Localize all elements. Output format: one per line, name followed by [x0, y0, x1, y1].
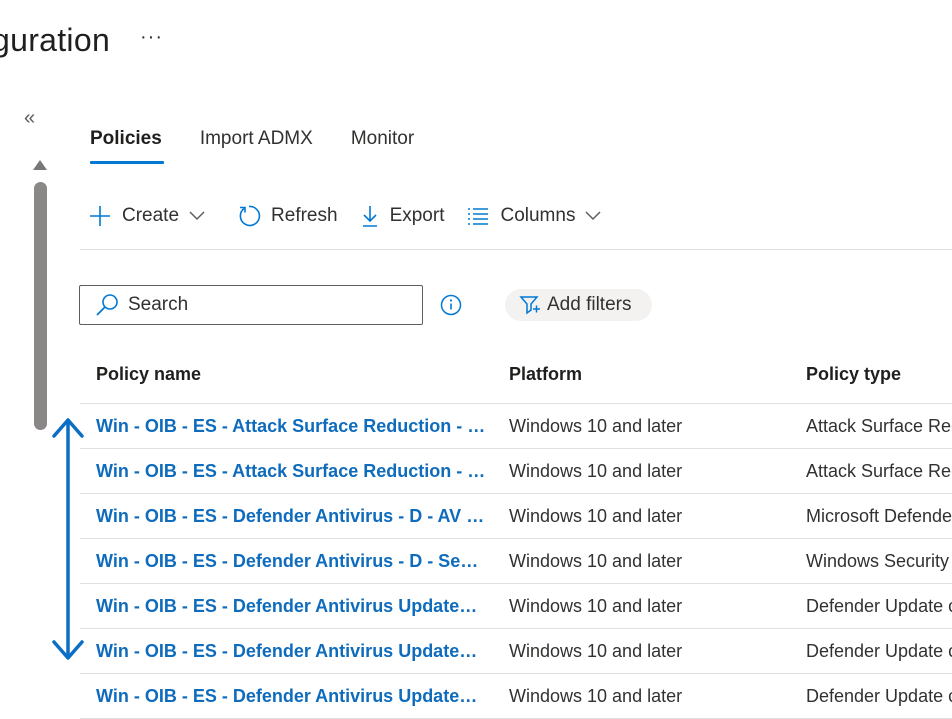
- scroll-up-arrow-icon[interactable]: [33, 160, 47, 170]
- tab-monitor[interactable]: Monitor: [351, 128, 414, 164]
- policy-type-cell: Windows Security E: [806, 551, 952, 571]
- filter-icon: [519, 296, 540, 315]
- collapse-menu-icon[interactable]: «: [24, 108, 35, 128]
- platform-cell: Windows 10 and later: [509, 641, 683, 661]
- tab-import-admx[interactable]: Import ADMX: [200, 128, 313, 164]
- column-header-platform[interactable]: Platform: [509, 350, 582, 398]
- platform-cell: Windows 10 and later: [509, 461, 683, 481]
- tab-bar: Policies Import ADMX Monitor: [90, 128, 452, 164]
- refresh-button[interactable]: Refresh: [237, 204, 338, 228]
- policy-name-link[interactable]: Win - OIB - ES - Defender Antivirus - D …: [96, 494, 486, 538]
- create-label: Create: [122, 205, 180, 226]
- columns-button[interactable]: Columns: [466, 205, 611, 227]
- columns-label: Columns: [500, 205, 576, 226]
- table-row[interactable]: Win - OIB - ES - Defender Antivirus Upda…: [80, 674, 952, 719]
- policy-name-link[interactable]: Win - OIB - ES - Defender Antivirus Upda…: [96, 584, 486, 628]
- command-bar: Create Refresh Export Columns: [88, 204, 633, 228]
- table-header-row: Policy name Platform Policy type: [80, 350, 952, 404]
- policy-name-link[interactable]: Win - OIB - ES - Defender Antivirus Upda…: [96, 629, 486, 673]
- export-label: Export: [389, 205, 445, 226]
- table-row[interactable]: Win - OIB - ES - Attack Surface Reductio…: [80, 449, 952, 494]
- tab-policies[interactable]: Policies: [90, 128, 164, 164]
- list-icon: [468, 208, 489, 225]
- platform-cell: Windows 10 and later: [509, 416, 683, 436]
- policy-type-cell: Attack Surface Red: [806, 461, 952, 481]
- add-filters-button[interactable]: Add filters: [505, 289, 653, 321]
- column-header-policy-type[interactable]: Policy type: [806, 350, 901, 398]
- add-filters-label: Add filters: [547, 294, 632, 315]
- create-button[interactable]: Create: [88, 204, 215, 228]
- page-title: guration: [0, 22, 111, 58]
- policy-name-link[interactable]: Win - OIB - ES - Attack Surface Reductio…: [96, 404, 486, 448]
- policy-type-cell: Defender Update c: [806, 686, 952, 706]
- download-icon: [362, 206, 377, 227]
- plus-icon: [90, 206, 110, 226]
- policy-type-cell: Defender Update c: [806, 641, 952, 661]
- chevron-down-icon: [189, 211, 205, 221]
- scrollbar-thumb[interactable]: [34, 182, 47, 430]
- table-row[interactable]: Win - OIB - ES - Defender Antivirus - D …: [80, 494, 952, 539]
- export-button[interactable]: Export: [360, 204, 445, 228]
- info-icon: [440, 294, 462, 316]
- platform-cell: Windows 10 and later: [509, 686, 683, 706]
- table-row[interactable]: Win - OIB - ES - Defender Antivirus Upda…: [80, 629, 952, 674]
- more-options-button[interactable]: ···: [140, 26, 163, 49]
- policy-type-cell: Attack Surface Red: [806, 416, 952, 436]
- policy-type-cell: Microsoft Defender: [806, 506, 952, 526]
- refresh-icon: [239, 205, 261, 227]
- chevron-down-icon: [585, 211, 601, 221]
- search-box[interactable]: [79, 285, 423, 325]
- refresh-label: Refresh: [271, 205, 338, 226]
- policy-type-cell: Defender Update c: [806, 596, 952, 616]
- info-button[interactable]: [440, 294, 462, 321]
- platform-cell: Windows 10 and later: [509, 506, 683, 526]
- search-icon: [96, 294, 118, 316]
- table-row[interactable]: Win - OIB - ES - Defender Antivirus - D …: [80, 539, 952, 584]
- table-row[interactable]: Win - OIB - ES - Attack Surface Reductio…: [80, 404, 952, 449]
- policies-table: Policy name Platform Policy type Win - O…: [80, 350, 952, 719]
- column-header-policy-name[interactable]: Policy name: [96, 350, 486, 398]
- platform-cell: Windows 10 and later: [509, 551, 683, 571]
- double-headed-arrow-annotation-icon: [52, 418, 84, 660]
- toolbar-divider: [80, 249, 952, 250]
- policy-name-link[interactable]: Win - OIB - ES - Defender Antivirus Upda…: [96, 674, 486, 718]
- search-input[interactable]: [128, 294, 408, 316]
- policy-name-link[interactable]: Win - OIB - ES - Defender Antivirus - D …: [96, 539, 486, 583]
- policy-name-link[interactable]: Win - OIB - ES - Attack Surface Reductio…: [96, 449, 486, 493]
- table-row[interactable]: Win - OIB - ES - Defender Antivirus Upda…: [80, 584, 952, 629]
- platform-cell: Windows 10 and later: [509, 596, 683, 616]
